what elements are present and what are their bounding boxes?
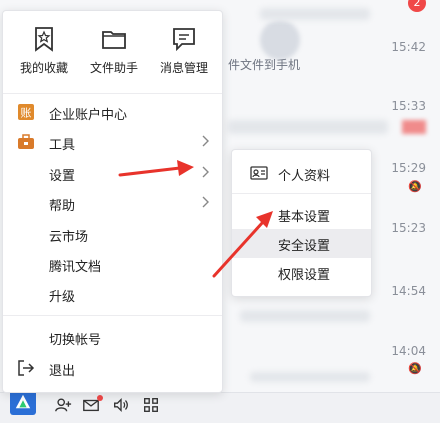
message-manager-button[interactable]: 消息管理	[149, 25, 219, 76]
mute-bell-icon: 🔕	[408, 180, 422, 193]
my-favorites-button[interactable]: 我的收藏	[9, 25, 79, 76]
menu-item-settings[interactable]: 设置	[3, 158, 222, 188]
chat-name-blur	[260, 8, 370, 20]
unread-badge: 2	[408, 0, 426, 12]
chevron-right-icon	[202, 135, 209, 147]
message-box-icon	[173, 28, 195, 52]
submenu-label: 基本设置	[278, 210, 331, 225]
file-assistant-button[interactable]: 文件助手	[79, 25, 149, 76]
menu-label: 企业账户中心	[49, 108, 128, 123]
mute-bell-icon: 🔕	[408, 362, 422, 375]
main-menu: 我的收藏 文件助手 消息管理 账 企业账户中心 工具 设置 帮助 云市场 腾讯文…	[2, 10, 223, 393]
submenu-item-basic-settings[interactable]: 基本设置	[232, 200, 371, 229]
id-card-icon	[250, 166, 268, 180]
avatar	[260, 20, 300, 60]
chevron-right-icon	[202, 166, 209, 178]
submenu-label: 安全设置	[278, 239, 331, 254]
speaker-icon[interactable]	[110, 394, 132, 416]
chat-snippet: 件文件到手机	[228, 58, 301, 72]
menu-label: 设置	[49, 169, 76, 184]
quick-label: 文件助手	[89, 61, 138, 75]
menu-item-logout[interactable]: 退出	[3, 353, 222, 383]
bottom-toolbar	[0, 389, 440, 423]
notification-dot	[97, 395, 103, 401]
submenu-item-profile[interactable]: 个人资料	[232, 158, 371, 188]
enterprise-icon: 账	[18, 104, 34, 120]
divider	[3, 315, 222, 316]
menu-item-help[interactable]: 帮助	[3, 188, 222, 218]
menu-item-cloud-market[interactable]: 云市场	[3, 219, 222, 249]
quick-label: 我的收藏	[19, 61, 68, 75]
folder-icon	[102, 31, 126, 49]
menu-label: 升级	[49, 290, 76, 305]
menu-label: 云市场	[49, 230, 89, 245]
submenu-label: 个人资料	[278, 169, 331, 184]
divider	[232, 193, 371, 194]
submenu-item-permission-settings[interactable]: 权限设置	[232, 258, 371, 287]
chat-name-blur	[250, 372, 370, 382]
menu-label: 帮助	[49, 199, 76, 214]
submenu-label: 权限设置	[278, 268, 331, 283]
quick-label: 消息管理	[159, 61, 208, 75]
menu-label: 腾讯文档	[49, 260, 102, 275]
red-label-blur	[402, 120, 426, 134]
toolbox-icon	[18, 134, 34, 149]
chat-time: 14:54	[391, 284, 426, 298]
chat-time: 15:29	[391, 161, 426, 175]
menu-item-switch-account[interactable]: 切换帐号	[3, 322, 222, 352]
svg-text:账: 账	[21, 107, 32, 120]
bookmark-star-icon	[35, 27, 53, 52]
chat-time: 14:04	[391, 344, 426, 358]
divider	[3, 93, 222, 94]
chat-name-blur	[240, 310, 370, 322]
logout-icon	[18, 360, 35, 376]
settings-submenu: 个人资料 基本设置 安全设置 权限设置	[231, 149, 372, 297]
menu-label: 退出	[49, 364, 76, 379]
menu-item-enterprise[interactable]: 账 企业账户中心	[3, 97, 222, 127]
chat-time: 15:23	[391, 221, 426, 235]
mail-icon[interactable]	[80, 394, 103, 416]
chat-name-blur	[228, 120, 388, 134]
menu-label: 切换帐号	[49, 333, 102, 348]
menu-item-tencent-docs[interactable]: 腾讯文档	[3, 249, 222, 279]
quick-actions: 我的收藏 文件助手 消息管理	[3, 11, 222, 89]
menu-item-upgrade[interactable]: 升级	[3, 279, 222, 309]
chat-time: 15:42	[391, 40, 426, 54]
chevron-right-icon	[202, 196, 209, 208]
menu-label: 工具	[49, 138, 76, 153]
chat-time: 15:33	[391, 99, 426, 113]
menu-item-tools[interactable]: 工具	[3, 127, 222, 157]
submenu-item-security-settings[interactable]: 安全设置	[232, 229, 371, 258]
apps-grid-icon[interactable]	[140, 394, 162, 416]
add-contact-icon[interactable]	[52, 394, 74, 416]
